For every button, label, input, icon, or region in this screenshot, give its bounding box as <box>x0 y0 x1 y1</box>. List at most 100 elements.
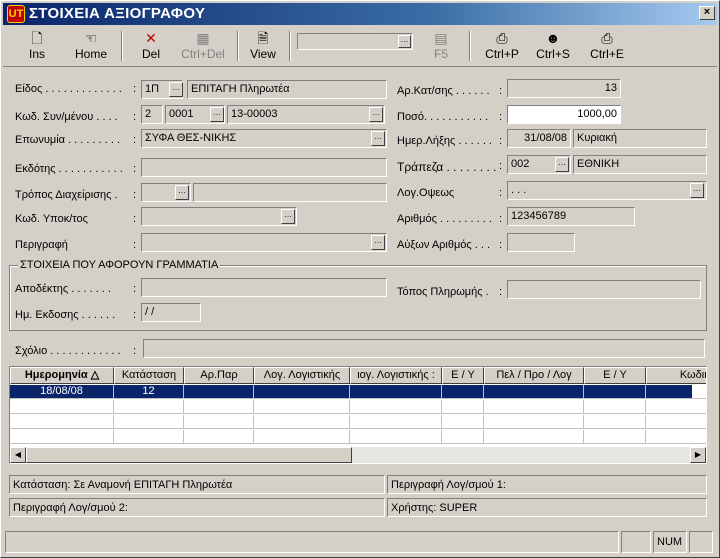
table-cell <box>484 415 584 429</box>
topos-field[interactable] <box>507 280 701 299</box>
arithmos-label: Αριθμός . . . . . . . . . <box>397 213 492 225</box>
afxon-label: Αύξων Αριθμός . . . <box>397 239 491 251</box>
export-icon: ⎙ <box>601 30 613 46</box>
eponymia-field[interactable]: ΣΥΦΑ ΘΕΣ-ΝΙΚΗΣ <box>141 129 387 148</box>
table-cell <box>350 400 442 414</box>
column-header-pel[interactable]: Πελ / Προ / Λογ <box>484 367 584 384</box>
column-header-status[interactable]: Κατάσταση <box>114 367 184 384</box>
home-icon: ☜ <box>84 30 98 46</box>
scroll-thumb[interactable] <box>26 447 352 463</box>
app-logo-icon: UT <box>7 5 25 23</box>
window-title: ΣΤΟΙΧΕΙΑ ΑΞΙΟΓΡΑΦΟΥ <box>29 5 206 22</box>
status-info-panel: Κατάσταση: Σε Αναμονή ΕΠΙΤΑΓΗ Πληρωτέα <box>9 475 385 494</box>
colon: : <box>133 189 137 201</box>
kod-ypok-field[interactable] <box>141 207 297 226</box>
status-bar: NUM <box>3 529 717 555</box>
colon: : <box>133 163 137 175</box>
status-pane-scroll <box>689 531 713 553</box>
afxon-field[interactable] <box>507 233 575 252</box>
kod-syn-lookup-button[interactable]: … <box>210 107 224 122</box>
table-row[interactable]: 18/08/08 12 <box>10 385 706 399</box>
ctrl-s-button[interactable]: ☻ Ctrl+S <box>531 29 575 65</box>
ekdotis-field[interactable] <box>141 158 387 177</box>
log-opseos-field[interactable]: . . . <box>507 181 707 200</box>
table-cell <box>350 415 442 429</box>
ctrl-e-button[interactable]: ⎙ Ctrl+E <box>583 29 631 65</box>
trapeza-lookup-button[interactable]: … <box>555 157 569 172</box>
ekdotis-label: Εκδότης . . . . . . . . . . . <box>15 163 123 175</box>
colon: : <box>133 283 137 295</box>
kod-syn-value-field[interactable]: 13-00003 <box>227 105 385 124</box>
arithmos-field[interactable]: 123456789 <box>507 207 635 226</box>
table-cell <box>10 400 114 414</box>
tropos-lookup-button[interactable]: … <box>175 185 189 200</box>
table-cell: 12 <box>114 385 184 399</box>
table-cell <box>114 415 184 429</box>
column-header-ey1[interactable]: Ε / Υ <box>442 367 484 384</box>
trapeza-value-field: ΕΘΝΙΚΗ <box>573 155 707 174</box>
eidos-value-field: ΕΠΙΤΑΓΗ Πληρωτέα <box>187 80 387 99</box>
colon: : <box>499 85 503 97</box>
close-button[interactable]: × <box>699 6 715 20</box>
table-cell <box>646 430 706 444</box>
table-cell <box>442 385 484 399</box>
scroll-right-arrow-icon[interactable]: ▶ <box>690 447 706 463</box>
im-lixis-day-field: Κυριακή <box>573 129 707 148</box>
column-header-log1[interactable]: Λογ. Λογιστικής <box>254 367 350 384</box>
poso-input[interactable]: 1000,00 <box>507 105 621 124</box>
perigrafi-lookup-button[interactable]: … <box>371 235 385 250</box>
table-cell <box>646 385 706 399</box>
colon: : <box>499 213 503 225</box>
eidos-lookup-button[interactable]: … <box>169 82 183 97</box>
table-cell <box>10 415 114 429</box>
scholio-field[interactable] <box>143 339 705 358</box>
column-header-ar-par[interactable]: Αρ.Παρ <box>184 367 254 384</box>
im-lixis-date-field[interactable]: 31/08/08 <box>507 129 571 148</box>
toolbar-combo-dots-button[interactable]: … <box>398 35 411 48</box>
f5-button[interactable]: ▤ F5 <box>421 29 461 65</box>
horizontal-scrollbar[interactable]: ◀ ▶ <box>10 447 706 463</box>
eponymia-lookup-button[interactable]: … <box>371 131 385 146</box>
scroll-left-arrow-icon[interactable]: ◀ <box>10 447 26 463</box>
perigrafi-field[interactable] <box>141 233 387 252</box>
home-button[interactable]: ☜ Home <box>69 29 113 65</box>
status-pane-num: NUM <box>653 531 687 553</box>
kod-ypok-lookup-button[interactable]: … <box>281 209 295 224</box>
table-cell <box>350 430 442 444</box>
user-icon: ☻ <box>545 30 561 46</box>
column-header-code[interactable]: Κωδικός <box>646 367 706 384</box>
column-header-log2[interactable]: ιογ. Λογιστικής : <box>350 367 442 384</box>
ctrl-delete-button[interactable]: ▦ Ctrl+Del <box>175 29 231 65</box>
ar-kat-label: Αρ.Κατ/σης . . . . . . <box>397 85 490 97</box>
table-row[interactable] <box>10 415 706 429</box>
toolbar-combo[interactable]: … <box>297 33 413 50</box>
kod-syn-value-lookup-button[interactable]: … <box>369 107 383 122</box>
kod-syn-label: Κωδ. Συν/μένου . . . . <box>15 111 118 123</box>
colon: : <box>133 111 137 123</box>
kod-syn-code1-field[interactable]: 2 <box>141 105 163 124</box>
history-grid: Ημερομηνία △ Κατάσταση Αρ.Παρ Λογ. Λογισ… <box>9 366 707 464</box>
im-ekdosis-field[interactable]: / / <box>141 303 201 322</box>
colon: : <box>499 111 503 123</box>
delete-button[interactable]: ✕ Del <box>131 29 171 65</box>
refresh-icon: ▤ <box>434 30 448 46</box>
log-opseos-lookup-button[interactable]: … <box>690 183 704 198</box>
table-cell <box>646 415 706 429</box>
column-header-ey2[interactable]: Ε / Υ <box>584 367 646 384</box>
colon: : <box>133 345 137 357</box>
topos-label: Τόπος Πληρωμής . <box>397 286 489 298</box>
table-cell <box>584 400 646 414</box>
grammatia-caption: ΣΤΟΙΧΕΙΑ ΠΟΥ ΑΦΟΡΟΥΝ ΓΡΑΜΜΑΤΙΑ <box>18 259 221 271</box>
table-row[interactable] <box>10 430 706 444</box>
table-cell <box>442 430 484 444</box>
table-cell <box>484 385 584 399</box>
trapeza-label: Τράπεζα . . . . . . . . <box>397 160 497 174</box>
insert-button[interactable]: 🗋 Ins <box>17 29 57 65</box>
print-button[interactable]: ⎙ Ctrl+P <box>479 29 525 65</box>
view-button[interactable]: 🗎 View <box>243 29 283 65</box>
table-row[interactable] <box>10 400 706 414</box>
table-cell <box>254 400 350 414</box>
apodektis-field[interactable] <box>141 278 387 297</box>
column-header-date[interactable]: Ημερομηνία △ <box>10 367 114 384</box>
table-cell <box>442 400 484 414</box>
